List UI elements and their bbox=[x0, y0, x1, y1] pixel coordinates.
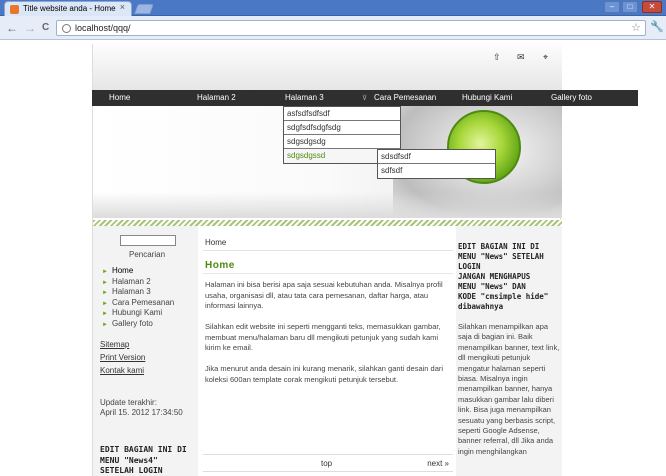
search-label: Pencarian bbox=[129, 250, 166, 259]
forward-icon[interactable]: → bbox=[24, 21, 36, 35]
bullet-icon: ► bbox=[102, 300, 108, 307]
print-version-link[interactable]: Print Version bbox=[100, 353, 145, 362]
dropdown-item[interactable]: asfsdfsdfsdf bbox=[284, 107, 400, 121]
close-window-button[interactable]: ✕ bbox=[642, 1, 662, 13]
search-input[interactable] bbox=[120, 235, 176, 246]
breadcrumb[interactable]: Home bbox=[205, 238, 226, 247]
sitemap-link[interactable]: Sitemap bbox=[100, 340, 129, 349]
site-topbar: ⇧ ✉ ⌖ bbox=[93, 44, 562, 90]
minimize-button[interactable]: – bbox=[604, 1, 620, 13]
browser-toolbar: ← → C localhost/qqq/ ☆ 🔧 bbox=[0, 16, 666, 40]
last-updated: Update terakhir: April 15. 2012 17:34:50 bbox=[100, 398, 183, 417]
wrench-icon[interactable]: 🔧 bbox=[650, 20, 664, 33]
paragraph: Halaman ini bisa berisi apa saja sesuai … bbox=[205, 280, 443, 310]
main-content: Home Home Halaman ini bisa berisi apa sa… bbox=[200, 226, 456, 476]
reload-icon[interactable]: C bbox=[42, 21, 49, 35]
bullet-icon: ► bbox=[102, 279, 108, 286]
right-body-text: Silahkan menampilkan apa saja di bagian … bbox=[458, 322, 560, 456]
kontak-kami-link[interactable]: Kontak kami bbox=[100, 366, 144, 375]
menu-item-gallery-foto[interactable]: Gallery foto bbox=[551, 93, 592, 102]
mail-icon[interactable]: ✉ bbox=[517, 52, 525, 63]
menu-item-halaman-2[interactable]: Halaman 2 bbox=[197, 93, 236, 102]
top-link[interactable]: top bbox=[321, 459, 332, 468]
next-link[interactable]: next » bbox=[427, 459, 449, 468]
pager: top next » bbox=[203, 454, 453, 472]
browser-tab[interactable]: Title website anda - Home × bbox=[4, 1, 132, 16]
left-sidebar: Pencarian ► Home ► Halaman 2 ► Halaman 3 ► C… bbox=[93, 226, 198, 476]
dropdown-item[interactable]: sdgsdgsdg bbox=[284, 135, 400, 149]
left-edit-notice: EDIT BAGIAN INI DI MENU "News4" SETELAH … bbox=[100, 445, 187, 475]
page-icon bbox=[62, 24, 71, 33]
bullet-icon: ► bbox=[102, 269, 108, 275]
right-edit-notice: EDIT BAGIAN INI DI MENU "News" SETELAH L… bbox=[458, 242, 549, 311]
menu-item-hubungi-kami[interactable]: Hubungi Kami bbox=[462, 93, 512, 102]
page-title: Home bbox=[205, 260, 235, 271]
paragraph: Silahkan edit website ini seperti mengga… bbox=[205, 322, 441, 352]
main-menu: Home Halaman 2 Halaman 3 ⊽ Cara Pemesana… bbox=[92, 90, 638, 106]
submenu-item[interactable]: sdsdfsdf bbox=[378, 150, 495, 164]
bullet-icon: ► bbox=[102, 321, 108, 328]
back-icon[interactable]: ← bbox=[6, 21, 18, 35]
up-arrow-icon[interactable]: ⇧ bbox=[493, 52, 501, 63]
paragraph: Jika menurut anda desain ini kurang mena… bbox=[205, 364, 444, 384]
tab-close-icon[interactable]: × bbox=[120, 2, 125, 12]
menu-item-cara-pemesanan[interactable]: Cara Pemesanan bbox=[374, 93, 436, 102]
menu-item-halaman-3[interactable]: Halaman 3 bbox=[285, 93, 324, 102]
submenu: sdsdfsdf sdfsdf bbox=[377, 149, 496, 179]
bullet-icon: ► bbox=[102, 290, 108, 296]
menu-item-home[interactable]: Home bbox=[109, 93, 130, 102]
sidebar-item-hubungi-kami[interactable]: ► Hubungi Kami bbox=[102, 308, 174, 319]
submenu-item[interactable]: sdfsdf bbox=[378, 164, 495, 178]
sidebar-nav: ► Home ► Halaman 2 ► Halaman 3 ► Cara Pemesa… bbox=[102, 266, 174, 329]
url-text[interactable]: localhost/qqq/ bbox=[75, 23, 131, 33]
sidebar-item-cara-pemesanan[interactable]: ► Cara Pemesanan bbox=[102, 298, 174, 309]
favicon-icon bbox=[10, 5, 19, 14]
dropdown-item[interactable]: sdgfsdfsdgfsdg bbox=[284, 121, 400, 135]
tab-title: Title website anda - Home bbox=[23, 4, 116, 13]
sidebar-item-halaman-2[interactable]: ► Halaman 2 bbox=[102, 277, 174, 288]
bullet-icon: ► bbox=[102, 311, 108, 317]
sidebar-item-home[interactable]: ► Home bbox=[102, 266, 174, 277]
sidebar-item-halaman-3[interactable]: ► Halaman 3 bbox=[102, 287, 174, 298]
new-tab-button[interactable] bbox=[134, 4, 154, 14]
target-icon[interactable]: ⌖ bbox=[543, 52, 548, 63]
address-bar[interactable]: localhost/qqq/ ☆ bbox=[56, 20, 646, 36]
right-sidebar: EDIT BAGIAN INI DI MENU "News" SETELAH L… bbox=[456, 226, 562, 476]
bookmark-star-icon[interactable]: ☆ bbox=[631, 21, 641, 34]
maximize-button[interactable]: □ bbox=[622, 1, 638, 13]
dropdown-arrow-icon: ⊽ bbox=[362, 95, 368, 102]
browser-titlebar: Title website anda - Home × – □ ✕ bbox=[0, 0, 666, 16]
sidebar-item-gallery-foto[interactable]: ► Gallery foto bbox=[102, 319, 174, 330]
